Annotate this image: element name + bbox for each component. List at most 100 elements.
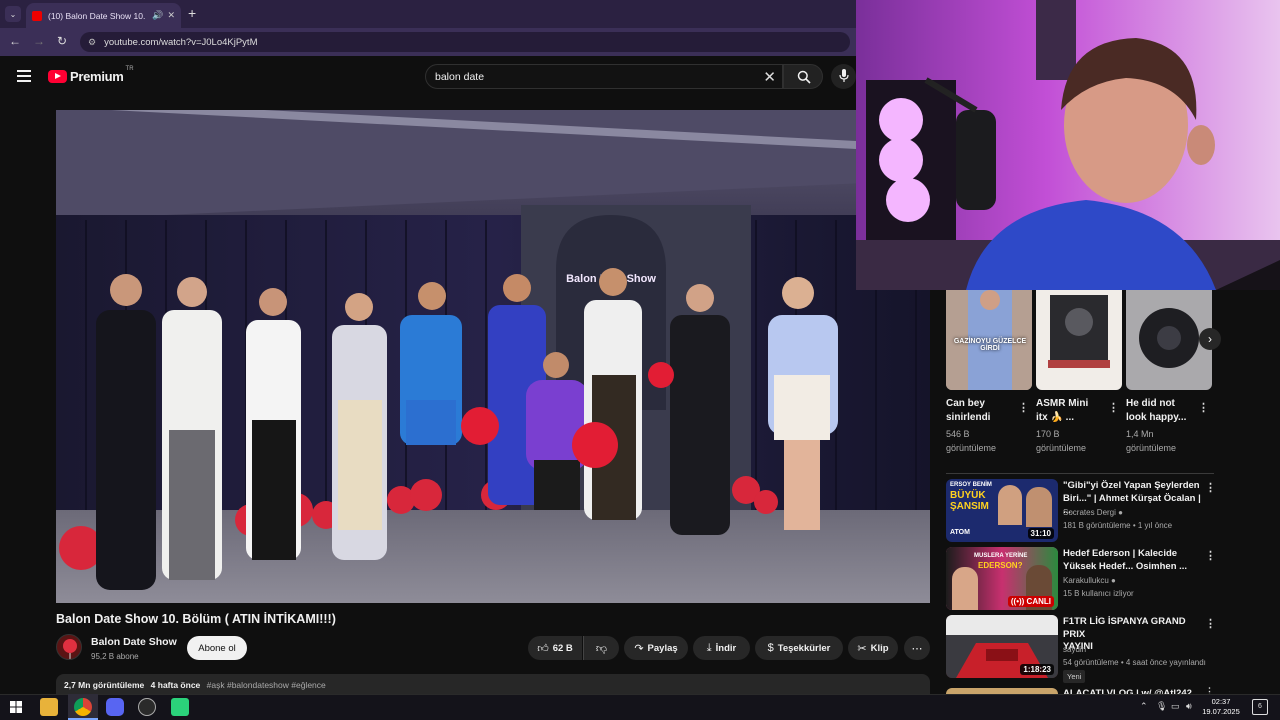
windows-start-icon[interactable] [7,698,25,716]
notification-icon[interactable]: 6 [1252,699,1268,715]
subscriber-count: 95,2 B abone [91,652,139,661]
short-title: He did not look happy... 1,4 Mn görüntül… [1126,398,1187,453]
file-explorer-icon[interactable] [40,698,58,716]
recommended-meta: 54 görüntüleme • 4 saat önce yayınlandı [1063,658,1206,667]
streamer-webcam-image [856,0,1280,290]
recommended-title: Hedef Ederson | Kalecide Yüksek Hedef...… [1063,548,1188,572]
forward-arrow-icon[interactable]: → [33,34,45,48]
more-vertical-icon[interactable]: ⋮ [1205,549,1216,562]
more-vertical-icon[interactable]: ⋮ [1108,401,1119,414]
video-frame-scene: Balon Date Show [56,110,930,603]
sidebar-divider [946,473,1214,474]
channel-name[interactable]: Balon Date Show [91,636,177,648]
like-button[interactable]: 👍︎ 62 B [528,636,582,660]
duration-badge: 1:18:23 [1020,664,1054,675]
video-title: Balon Date Show 10. Bölüm ( ATIN İNTİKAM… [56,612,336,626]
address-bar[interactable]: ⚙ youtube.com/watch?v=J0Lo4KjPytM [80,32,850,52]
site-info-icon[interactable]: ⚙ [88,37,96,48]
microphone-tray-icon[interactable]: 🎙︎ [1156,701,1167,712]
logo-word: Premium [70,69,124,84]
short-overlay-text: GAZİNOYU GÜZELCE GİRDİ [953,338,1027,352]
thumbs-down-icon: 👎︎ [595,642,608,655]
clear-search-icon[interactable]: ✕ [763,68,776,86]
app-icon[interactable] [171,698,189,716]
recommended-thumbnail[interactable]: 1:18:23 [946,615,1058,678]
recommended-thumbnail[interactable]: ERSOY BENİM BÜYÜK ŞANSIM ATOM 31:10 [946,479,1058,542]
chevron-up-icon[interactable]: ⌃ [1140,701,1148,712]
short-thumbnail[interactable] [1036,290,1122,390]
clip-label: Klip [870,642,889,654]
share-label: Paylaş [647,642,678,654]
recommended-meta: 181 B görüntüleme • 1 yıl önce [1063,521,1173,530]
upload-age: 4 hafta önce [150,680,201,690]
voice-search-button[interactable] [831,64,856,89]
discord-icon[interactable] [106,698,124,716]
hashtags[interactable]: #aşk #balondateshow #eğlence [207,680,326,690]
channel-avatar[interactable] [56,634,82,660]
obs-icon[interactable] [138,698,156,716]
recommended-channel[interactable]: Karakullukcu ● [1063,575,1213,587]
more-vertical-icon[interactable]: ⋮ [1198,401,1209,414]
dislike-button[interactable]: 👎︎ [583,636,619,660]
search-value: balon date [435,70,485,83]
clip-button[interactable]: ✂ Klip [848,636,898,660]
tab-search-button[interactable]: ⌄ [5,6,21,22]
chevron-down-icon: ⌄ [9,9,17,19]
share-button[interactable]: ↷ Paylaş [624,636,688,660]
reload-icon[interactable]: ↻ [57,34,67,48]
microphone-icon [839,69,849,82]
browser-tab-active[interactable]: (10) Balon Date Show 10. B 🔊 ✕ [26,3,181,28]
download-button[interactable]: ⤓ İndir [693,636,750,660]
more-vertical-icon[interactable]: ⋮ [1205,481,1216,494]
more-vertical-icon[interactable]: ⋮ [1018,401,1029,414]
short-title: Can bey sinirlendi 546 B görüntüleme [946,398,997,453]
short-2-image [1036,290,1122,390]
youtube-premium-logo[interactable]: Premium TR [48,66,134,84]
short-thumbnail[interactable]: GAZİNOYU GÜZELCE GİRDİ [946,290,1032,390]
search-input[interactable]: balon date ✕ [425,64,783,89]
subscribe-button[interactable]: Abone ol [187,636,247,660]
back-arrow-icon[interactable]: ← [9,34,21,48]
recommended-channel[interactable]: Socrates Dergi ● [1063,507,1213,519]
new-badge: Yeni [1063,670,1086,683]
download-icon: ⤓ [706,641,712,654]
thanks-label: Teşekkürler [777,642,831,654]
view-count: 2,7 Mn görüntüleme [64,680,145,690]
logo-region: TR [125,66,134,72]
close-tab-icon[interactable]: ✕ [167,10,175,21]
video-player[interactable]: Balon Date Show [56,110,930,603]
url-text: youtube.com/watch?v=J0Lo4KjPytM [104,36,258,48]
description-box[interactable]: 2,7 Mn görüntüleme 4 hafta önce #aşk #ba… [56,674,930,694]
volume-icon[interactable]: 🔊︎ [1186,701,1192,712]
taskbar-clock[interactable]: 02:37 19.07.2025 [1196,697,1246,717]
webcam-overlay [856,0,1280,290]
clock-time: 02:37 [1211,697,1231,706]
live-badge: ((•)) CANLI [1007,596,1054,607]
tab-title: (10) Balon Date Show 10. B [48,10,149,21]
speaker-icon[interactable]: 🔊 [152,10,163,21]
short-title: ASMR Mini itx 🍌 ... 170 B görüntüleme [1036,398,1089,453]
scissors-icon: ✂ [857,642,867,655]
new-tab-button[interactable]: + [188,5,196,21]
youtube-play-icon [48,70,67,83]
search-icon [797,70,811,84]
recommended-channel[interactable]: saydin [1063,644,1213,656]
network-icon[interactable]: ▭ [1171,701,1180,712]
download-label: İndir [715,642,737,654]
clock-date: 19.07.2025 [1202,707,1240,716]
recommended-thumbnail[interactable]: MUSLERA YERİNE EDERSON? ((•)) CANLI [946,547,1058,610]
shorts-next-button[interactable]: › [1199,328,1221,350]
recommended-meta: 15 B kullanıcı izliyor [1063,589,1134,598]
super-thanks-icon: $ [767,642,774,654]
more-actions-button[interactable]: ⋯ [904,636,930,660]
search-button[interactable] [783,64,823,89]
chrome-icon[interactable] [74,698,92,716]
more-vertical-icon[interactable]: ⋮ [1205,617,1216,630]
verified-icon: ● [1111,576,1116,585]
share-arrow-icon: ↷ [634,642,644,655]
more-vertical-icon[interactable]: ⋮ [1205,686,1214,694]
thanks-button[interactable]: $ Teşekkürler [755,636,843,660]
hamburger-menu-icon[interactable] [17,70,31,82]
verified-icon: ● [1118,508,1123,517]
windows-taskbar [0,694,1280,720]
